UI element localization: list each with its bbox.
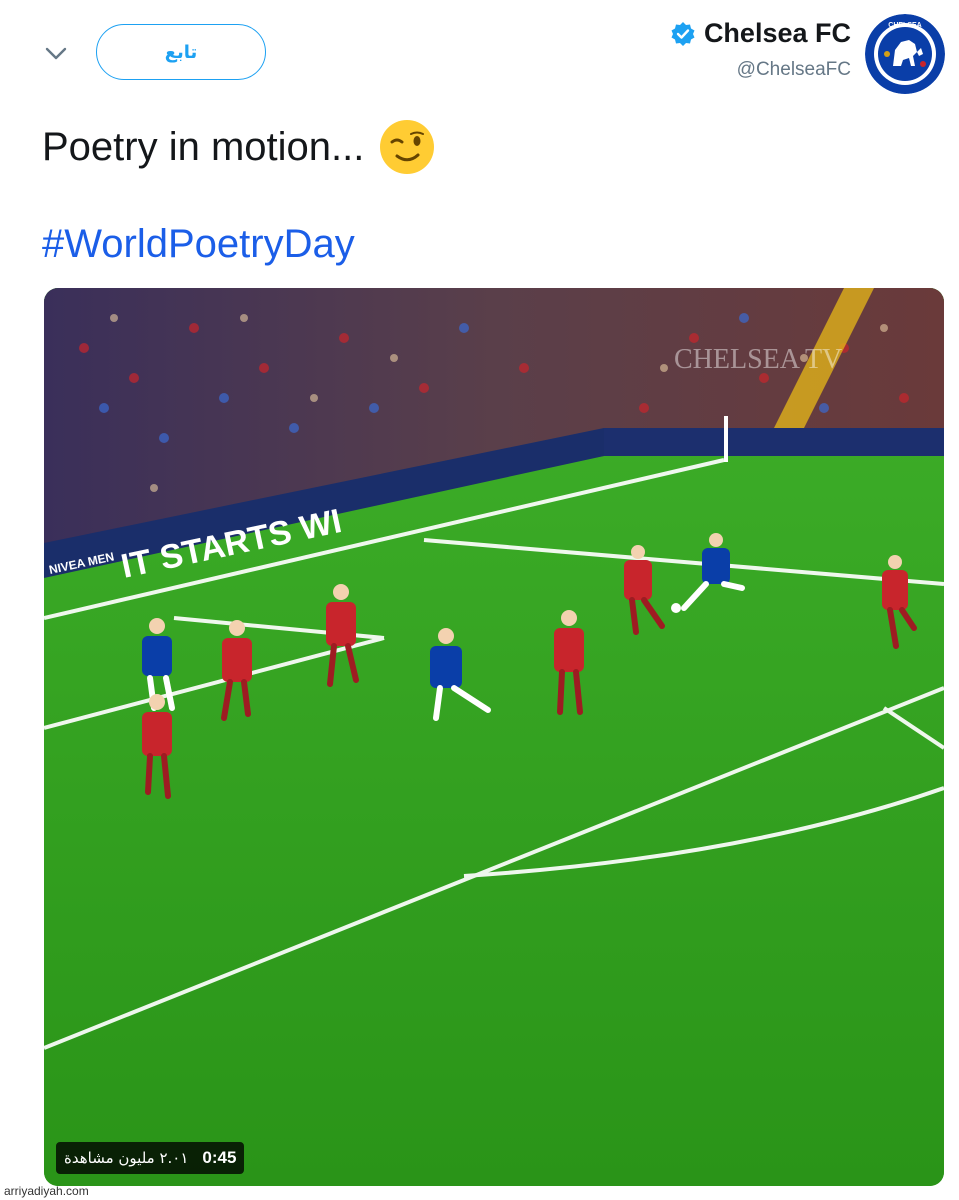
video-frame: CHELSEA TV IT STARTS WI NIVEA MEN [44,288,944,1186]
account-info[interactable]: Chelsea FC @ChelseaFC [670,18,851,81]
verified-badge-icon [670,21,696,47]
winking-face-emoji [378,118,436,176]
chevron-down-icon[interactable] [40,38,72,70]
source-credit: arriyadiyah.com [4,1184,89,1198]
video-duration: 0:45 [202,1148,237,1167]
video-stats-badge: ٢.٠١ مليون مشاهدة 0:45 [56,1142,245,1174]
video-watermark: CHELSEA TV [674,344,842,375]
follow-button[interactable]: تابع [96,24,266,80]
video-views: ٢.٠١ مليون مشاهدة [64,1149,189,1167]
hashtag-link[interactable]: #WorldPoetryDay [42,222,355,267]
tweet-text: Poetry in motion... [42,118,436,176]
account-handle[interactable]: @ChelseaFC [670,59,851,81]
tweet-body: Poetry in motion... [42,124,365,169]
avatar-crest-text: CHELSEA [888,22,921,29]
account-name[interactable]: Chelsea FC [704,18,851,49]
avatar[interactable]: CHELSEA [865,14,945,94]
chelsea-crest-icon: CHELSEA [865,14,945,94]
video-player[interactable]: CHELSEA TV IT STARTS WI NIVEA MEN [44,288,944,1186]
